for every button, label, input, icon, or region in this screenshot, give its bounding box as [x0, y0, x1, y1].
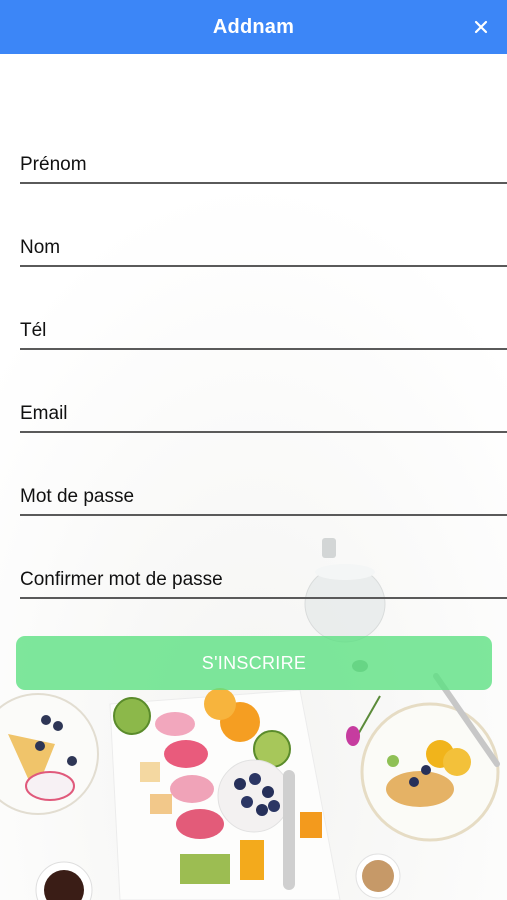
page-title: Addnam: [212, 15, 295, 38]
phone-input[interactable]: [20, 320, 507, 342]
email-field: [20, 375, 507, 433]
close-icon: [474, 20, 488, 34]
first-name-input[interactable]: [20, 154, 507, 176]
confirm-password-field: [20, 541, 507, 599]
last-name-field: [20, 209, 507, 267]
email-input[interactable]: [20, 403, 507, 425]
signup-form: S'INSCRIRE: [0, 54, 507, 900]
close-button[interactable]: [467, 13, 495, 41]
password-input[interactable]: [20, 486, 507, 508]
last-name-input[interactable]: [20, 237, 507, 259]
confirm-password-input[interactable]: [20, 569, 507, 591]
signup-button[interactable]: S'INSCRIRE: [16, 636, 492, 690]
password-field: [20, 458, 507, 516]
first-name-field: [20, 126, 507, 184]
app-bar: Addnam: [0, 0, 507, 54]
phone-field: [20, 292, 507, 350]
